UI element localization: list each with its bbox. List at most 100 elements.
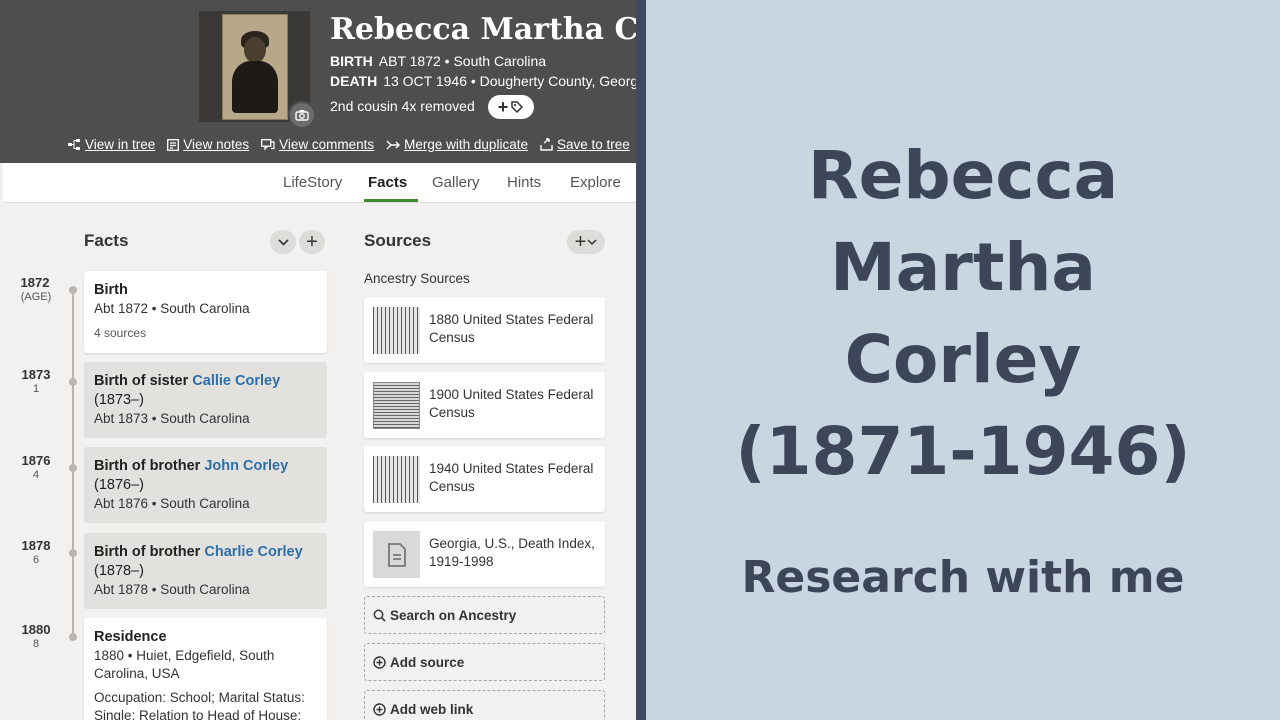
active-tab-indicator: [364, 199, 418, 202]
view-comments-link[interactable]: View comments: [261, 137, 374, 152]
fact-title-suffix: (1873–): [94, 392, 144, 408]
view-comments-label: View comments: [279, 137, 375, 152]
timeline-year: 1873: [21, 367, 51, 382]
fact-card-residence[interactable]: Residence 1880 • Huiet, Edgefield, South…: [84, 618, 327, 720]
timeline-age: 1: [32, 383, 40, 395]
source-card[interactable]: Georgia, U.S., Death Index, 1919-1998: [364, 521, 605, 587]
save-to-tree-link[interactable]: Save to tree: [540, 137, 630, 152]
plus-icon: +: [306, 230, 318, 253]
title-line: Corley: [844, 321, 1082, 398]
add-fact-button[interactable]: +: [299, 230, 325, 254]
source-title: 1880 United States Federal Census: [429, 312, 594, 345]
source-title: Georgia, U.S., Death Index, 1919-1998: [429, 536, 595, 569]
merge-with-duplicate-label: Merge with duplicate: [404, 137, 528, 152]
add-web-link-label: Add web link: [390, 701, 474, 717]
fact-detail: Abt 1872 • South Carolina: [94, 301, 250, 316]
view-in-tree-label: View in tree: [85, 137, 156, 152]
timeline-year: 1876: [21, 453, 51, 468]
fact-sources-count: 4 sources: [94, 326, 147, 340]
tab-hints[interactable]: Hints: [507, 174, 541, 191]
video-subtitle: Research with me: [741, 552, 1185, 603]
relationship-text[interactable]: 2nd cousin 4x removed: [330, 98, 475, 114]
add-source-menu-button[interactable]: +: [567, 230, 605, 254]
view-in-tree-link[interactable]: View in tree: [68, 137, 155, 152]
plus-circle-icon: [373, 655, 386, 669]
ancestry-profile-screenshot: Rebecca Martha Corley BIRTH ABT 1872 • So…: [0, 0, 636, 720]
fact-title-suffix: (1878–): [94, 563, 144, 579]
fact-detail: 1880 • Huiet, Edgefield, South Carolina,…: [94, 648, 275, 681]
chevron-down-icon: [277, 238, 289, 246]
merge-with-duplicate-link[interactable]: Merge with duplicate: [386, 137, 528, 152]
save-icon: [540, 138, 553, 151]
tab-gallery[interactable]: Gallery: [432, 174, 480, 191]
fact-card-birth[interactable]: Birth Abt 1872 • South Carolina 4 source…: [84, 271, 327, 353]
profile-tabs: LifeStory Facts Gallery Hints Explore: [3, 163, 636, 203]
birth-label: BIRTH: [330, 53, 373, 69]
census-record-thumbnail: [373, 382, 420, 429]
fact-title-prefix: Birth of brother: [94, 458, 205, 474]
sources-heading: Sources: [364, 231, 432, 250]
video-title: Rebecca Martha Corley (1871-1946): [646, 130, 1280, 498]
title-line: Rebecca: [807, 137, 1119, 214]
fact-title: Birth: [94, 282, 128, 298]
facts-heading: Facts: [84, 231, 129, 250]
document-icon: [373, 531, 420, 578]
search-on-ancestry-button[interactable]: Search on Ancestry: [364, 596, 605, 634]
timeline-age: 6: [32, 554, 40, 566]
title-line: Martha: [830, 229, 1096, 306]
timeline-dot: [69, 378, 77, 386]
ancestry-sources-label: Ancestry Sources: [364, 271, 470, 286]
panel-divider: [636, 0, 646, 720]
death-line: DEATH 13 OCT 1946 • Dougherty County, Geo…: [330, 73, 636, 89]
source-card[interactable]: 1880 United States Federal Census: [364, 297, 605, 363]
fact-title: Birth of brother John Corley (1876–): [94, 457, 317, 495]
tab-lifestory[interactable]: LifeStory: [283, 174, 342, 191]
birth-value: ABT 1872 • South Carolina: [378, 53, 547, 69]
add-source-button[interactable]: Add source: [364, 643, 605, 681]
search-icon: [373, 609, 386, 622]
person-link-charlie[interactable]: Charlie Corley: [204, 544, 302, 560]
timeline-age: (AGE): [20, 291, 52, 303]
census-record-thumbnail: [373, 307, 420, 354]
tab-facts[interactable]: Facts: [368, 174, 407, 191]
timeline-dot: [69, 633, 77, 641]
source-title: 1940 United States Federal Census: [429, 461, 594, 494]
fact-title-prefix: Birth of sister: [94, 373, 193, 389]
tree-icon: [68, 139, 80, 150]
source-card[interactable]: 1900 United States Federal Census: [364, 372, 605, 438]
tag-icon: [511, 101, 524, 114]
timeline-age: 8: [32, 638, 40, 650]
fact-card-sister-birth[interactable]: Birth of sister Callie Corley (1873–) Ab…: [84, 362, 327, 438]
fact-detail: Abt 1876 • South Carolina: [94, 496, 250, 511]
save-to-tree-label: Save to tree: [556, 137, 630, 152]
add-tag-button[interactable]: +: [488, 95, 534, 119]
fact-title-suffix: (1876–): [94, 477, 144, 493]
fact-card-brother-john-birth[interactable]: Birth of brother John Corley (1876–) Abt…: [84, 447, 327, 523]
profile-header: Rebecca Martha Corley BIRTH ABT 1872 • So…: [0, 0, 636, 163]
view-notes-link[interactable]: View notes: [167, 137, 249, 152]
source-title: 1900 United States Federal Census: [429, 387, 594, 420]
fact-title: Birth of brother Charlie Corley (1878–): [94, 543, 317, 581]
plus-icon: +: [574, 230, 587, 253]
cabinet-card-photo: [222, 14, 288, 120]
fact-title-prefix: Birth of brother: [94, 544, 205, 560]
view-notes-label: View notes: [183, 137, 250, 152]
camera-icon[interactable]: [288, 101, 316, 129]
person-link-callie[interactable]: Callie Corley: [192, 373, 280, 389]
birth-line: BIRTH ABT 1872 • South Carolina: [330, 53, 546, 69]
person-link-john[interactable]: John Corley: [204, 458, 288, 474]
person-name: Rebecca Martha Corley: [330, 12, 636, 47]
facts-sort-button[interactable]: [270, 230, 296, 254]
fact-card-brother-charlie-birth[interactable]: Birth of brother Charlie Corley (1878–) …: [84, 533, 327, 609]
search-on-ancestry-label: Search on Ancestry: [390, 607, 517, 623]
source-card[interactable]: 1940 United States Federal Census: [364, 446, 605, 512]
timeline-dot: [69, 286, 77, 294]
tab-explore[interactable]: Explore: [570, 174, 621, 191]
profile-actions: View in tree View notes View comments Me…: [68, 137, 630, 152]
chevron-down-icon: [587, 238, 597, 245]
add-web-link-button[interactable]: Add web link: [364, 690, 605, 720]
fact-detail: Abt 1878 • South Carolina: [94, 582, 250, 597]
fact-title: Birth of sister Callie Corley (1873–): [94, 372, 317, 410]
fact-description: Occupation: School; Marital Status: Sing…: [94, 690, 305, 720]
timeline-line: [72, 288, 74, 638]
